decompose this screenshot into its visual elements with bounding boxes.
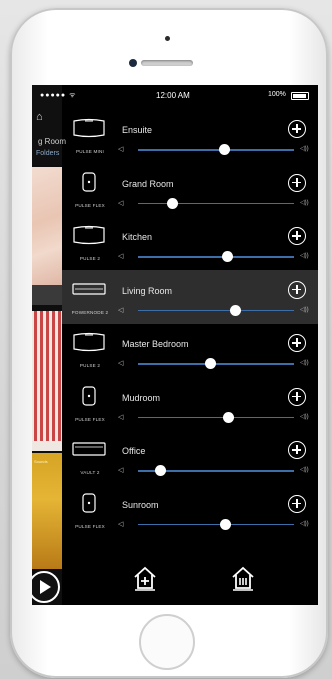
speaker-model-label: POWERNODE 2 [71,309,109,315]
room-name: Kitchen [122,232,153,242]
add-room-button[interactable] [288,173,306,192]
home-group-icon[interactable] [230,565,256,591]
volume-slider-thumb[interactable] [223,411,235,423]
volume-slider-track[interactable] [138,256,294,258]
clock: 12:00 AM [156,91,190,100]
album-art-3[interactable]: Sounds [32,453,62,569]
room-name: Office [122,446,146,456]
background-app-panel: ⌂ g Room Folders Sounds [32,85,66,605]
volume-slider-thumb[interactable] [229,304,241,316]
add-room-button[interactable] [288,120,306,138]
volume-low-icon: ◁ [118,467,124,474]
volume-slider-thumb[interactable] [154,465,166,476]
volume-high-icon: ◁)) [300,413,309,420]
volume-slider-thumb[interactable] [218,144,230,155]
volume-low-icon: ◁ [118,413,124,421]
volume-high-icon: ◁)) [300,360,309,366]
volume-slider-thumb[interactable] [204,358,216,369]
album-art-2[interactable] [32,311,62,451]
battery-percent: 100% [268,91,286,98]
volume-low-icon: ◁ [118,306,124,314]
speaker-model-label: PULSE MINI [75,149,105,154]
volume-low-icon: ◁ [118,360,124,367]
signal-icon: ●●●●● ᯤ [40,92,77,99]
volume-low-icon: ◁ [118,520,124,528]
room-row[interactable]: PULSE MINI Ensuite ◁ ◁)) [62,109,318,163]
volume-slider-thumb[interactable] [221,251,233,262]
room-row[interactable]: VAULT 2 Office ◁ ◁)) [62,430,318,484]
add-room-button[interactable] [288,280,306,299]
speaker-model-label: PULSE FLEX [75,416,105,422]
play-icon [40,580,51,594]
volume-slider-track[interactable] [138,523,294,525]
home-icon[interactable]: ⌂ [36,111,43,123]
home-add-icon[interactable] [132,565,158,591]
volume-low-icon: ◁ [118,146,124,153]
pulse-2-icon [72,331,106,353]
room-name: Mudroom [122,392,161,403]
volume-high-icon: ◁)) [300,520,309,527]
speaker-model-label: VAULT 2 [80,470,100,475]
phone-screen: ⌂ g Room Folders Sounds ●●●●● ᯤ 12:00 AM… [32,85,318,605]
vault-icon [72,438,106,460]
volume-high-icon: ◁)) [300,306,309,313]
folders-link[interactable]: Folders [36,150,59,157]
pulse-flex-icon [72,492,106,514]
volume-slider-thumb[interactable] [167,197,179,209]
pulse-flex-icon [72,171,106,193]
volume-slider-track[interactable] [138,416,294,418]
volume-low-icon: ◁ [118,253,124,260]
battery-icon [291,92,309,100]
add-room-button[interactable] [288,227,306,245]
room-row[interactable]: POWERNODE 2 Living Room ◁ ◁)) [62,269,318,324]
room-row[interactable]: PULSE 2 Master Bedroom ◁ ◁)) [62,323,318,377]
room-row[interactable]: PULSE FLEX Grand Room ◁ ◁)) [62,163,318,217]
status-bar: ●●●●● ᯤ 12:00 AM 100% [32,85,318,105]
room-name: Ensuite [122,125,153,135]
speaker-model-label: PULSE 2 [79,256,101,261]
room-name: Master Bedroom [122,339,189,349]
add-room-button[interactable] [288,494,306,513]
room-name: Grand Room [122,178,174,189]
volume-slider-track[interactable] [138,363,294,365]
room-name: Sunroom [122,499,159,510]
earpiece [141,60,193,66]
volume-slider-track[interactable] [138,202,294,204]
album-art-1[interactable] [32,167,62,285]
room-name: Living Room [122,285,173,296]
volume-high-icon: ◁)) [300,467,309,473]
speaker-model-label: PULSE FLEX [75,202,105,208]
volume-low-icon: ◁ [118,199,124,207]
volume-slider-track[interactable] [138,309,294,311]
speaker-model-label: PULSE FLEX [75,523,105,529]
album-art-gap [32,285,62,305]
pulse-mini-icon [72,117,106,139]
add-room-button[interactable] [288,387,306,406]
play-button[interactable] [32,571,60,603]
volume-high-icon: ◁)) [300,253,309,259]
volume-high-icon: ◁)) [300,146,309,152]
album-label: Sounds [34,459,48,464]
pulse-2-icon [72,224,106,246]
speaker-model-label: PULSE 2 [79,363,101,368]
volume-slider-track[interactable] [138,149,294,151]
front-camera [129,59,137,67]
bottom-toolbar [62,555,318,605]
volume-slider-thumb[interactable] [220,518,232,530]
front-sensor [165,36,170,41]
pulse-flex-icon [72,385,106,407]
room-list: PULSE MINI Ensuite ◁ ◁)) PULSE FLEX Grand Roo… [62,109,318,575]
home-button[interactable] [139,614,195,670]
add-room-button[interactable] [288,334,306,352]
room-row[interactable]: PULSE 2 Kitchen ◁ ◁)) [62,216,318,270]
add-room-button[interactable] [288,441,306,459]
volume-high-icon: ◁)) [300,199,309,206]
powernode-icon [72,278,106,300]
room-row[interactable]: PULSE FLEX Mudroom ◁ ◁)) [62,377,318,431]
room-row[interactable]: PULSE FLEX Sunroom ◁ ◁)) [62,484,318,538]
